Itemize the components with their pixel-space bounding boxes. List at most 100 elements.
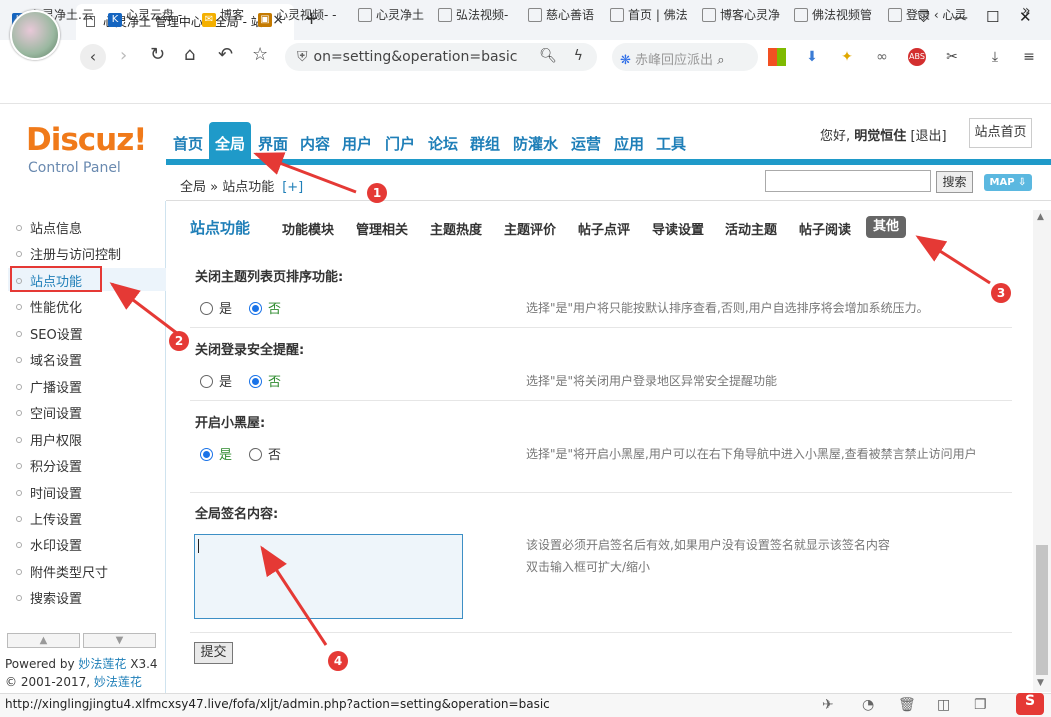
apps-grid-icon[interactable] <box>768 48 786 66</box>
scrollbar-thumb[interactable] <box>1036 545 1048 675</box>
more-bookmarks-icon[interactable]: » <box>1022 3 1031 19</box>
download-icon[interactable]: ⤓ <box>986 48 1004 66</box>
logout-link[interactable]: [退出] <box>910 129 946 144</box>
bookmark-item[interactable]: ✉ 博客 <box>202 6 244 27</box>
scissors-icon[interactable]: ✂ <box>943 48 961 66</box>
tab-post-comments[interactable]: 帖子点评 <box>578 219 630 238</box>
radio-no-selected[interactable]: 否 <box>249 371 281 390</box>
signature-textarea[interactable] <box>194 534 463 619</box>
back-icon[interactable]: ‹ <box>80 44 106 70</box>
radio-circle-icon[interactable] <box>249 448 262 461</box>
sidebar-item-time[interactable]: 时间设置 <box>16 483 82 505</box>
menu-icon[interactable]: ≡ <box>1020 48 1038 66</box>
trash-icon[interactable]: 🗑︎ <box>898 697 916 713</box>
sidebar-item-broadcast[interactable]: 广播设置 <box>16 377 82 399</box>
sogou-s-icon[interactable]: S <box>1016 693 1044 715</box>
radio-checked-icon[interactable] <box>249 302 262 315</box>
browser-search-box[interactable]: ❋ 赤峰回应派出 ⌕ <box>612 43 758 71</box>
bookmark-item[interactable]: 首页 | 佛法 <box>610 6 688 23</box>
sidebar-item-register-access[interactable]: 注册与访问控制 <box>16 244 121 266</box>
adblock-icon[interactable]: ABS <box>908 48 926 66</box>
radio-no-selected[interactable]: 否 <box>249 298 281 317</box>
rocket-icon[interactable]: ✈ <box>822 697 834 713</box>
radio-checked-icon[interactable] <box>249 375 262 388</box>
reload-icon[interactable]: ↻ <box>150 44 165 65</box>
admin-search-input[interactable] <box>765 170 931 192</box>
sidebar-item-permissions[interactable]: 用户权限 <box>16 430 82 452</box>
search-icon[interactable]: ⌕ <box>717 53 724 68</box>
sidebar-item-space[interactable]: 空间设置 <box>16 403 82 425</box>
address-bar[interactable]: ⛨ on=setting&operation=basic 🔍︎ ϟ <box>285 43 597 71</box>
nav-item-content[interactable]: 内容 <box>300 133 330 154</box>
sidebar-item-search[interactable]: 搜索设置 <box>16 588 82 610</box>
tab-thread-heat[interactable]: 主题热度 <box>430 219 482 238</box>
nav-item-users[interactable]: 用户 <box>342 133 372 154</box>
tab-function-modules[interactable]: 功能模块 <box>282 219 334 238</box>
radio-yes-selected[interactable]: 是 <box>200 444 232 463</box>
site-security-icon[interactable]: ⛨ <box>297 49 308 65</box>
powered-link[interactable]: 妙法莲花 <box>78 657 126 671</box>
radio-yes[interactable]: 是 <box>200 371 232 390</box>
link-icon[interactable]: ∞ <box>873 48 891 66</box>
sidebar-item-upload[interactable]: 上传设置 <box>16 509 82 531</box>
bookmark-item[interactable]: 慈心善语 <box>528 6 594 23</box>
sidebar-item-performance[interactable]: 性能优化 <box>16 297 82 319</box>
zoom-icon[interactable]: 🔍︎ <box>539 48 557 64</box>
bookmark-item[interactable]: 佛法视频管 <box>794 6 872 23</box>
bookmark-item[interactable]: 弘法视频- <box>438 6 508 23</box>
nav-item-ui[interactable]: 界面 <box>258 133 288 154</box>
map-button[interactable]: MAP ⇩ <box>984 174 1032 191</box>
browser-profile-avatar[interactable] <box>10 10 60 60</box>
bookmark-star-icon[interactable]: ☆ <box>252 44 268 65</box>
site-home-button[interactable]: 站点首页 <box>969 118 1032 148</box>
scroll-down-arrow-icon[interactable]: ▼ <box>1037 678 1044 688</box>
sidebar-item-watermark[interactable]: 水印设置 <box>16 535 82 557</box>
nav-item-antispam[interactable]: 防灌水 <box>513 133 558 154</box>
radio-circle-icon[interactable] <box>200 302 213 315</box>
username[interactable]: 明觉恒住 <box>854 129 906 144</box>
bookmark-item[interactable]: K 心灵云盘 - <box>108 6 182 27</box>
radio-yes[interactable]: 是 <box>200 298 232 317</box>
lightning-icon[interactable]: ϟ <box>574 48 583 64</box>
submit-button[interactable]: 提交 <box>194 642 233 664</box>
copyright-link[interactable]: 妙法莲花 <box>94 675 142 689</box>
sidebar-scroll-down-icon[interactable]: ▼ <box>83 633 156 648</box>
undo-icon[interactable]: ↶ <box>218 44 233 65</box>
download-arrow-icon[interactable]: ⬇ <box>803 48 821 66</box>
tab-management[interactable]: 管理相关 <box>356 219 408 238</box>
nav-item-groups[interactable]: 群组 <box>470 133 500 154</box>
admin-search-button[interactable]: 搜索 <box>936 171 973 193</box>
speed-icon[interactable]: ◔ <box>862 697 874 713</box>
scroll-up-arrow-icon[interactable]: ▲ <box>1037 212 1044 222</box>
tab-thread-rating[interactable]: 主题评价 <box>504 219 556 238</box>
forward-icon[interactable]: › <box>120 45 127 66</box>
bookmark-item[interactable]: 登录 ‹ 心灵 <box>888 6 966 23</box>
window-icon[interactable]: ❐ <box>974 697 987 713</box>
tab-guide-settings[interactable]: 导读设置 <box>652 219 704 238</box>
radio-checked-icon[interactable] <box>200 448 213 461</box>
tab-post-reading[interactable]: 帖子阅读 <box>799 219 851 238</box>
nav-item-forum[interactable]: 论坛 <box>428 133 458 154</box>
nav-item-home[interactable]: 首页 <box>173 133 203 154</box>
discuz-logo[interactable]: Discuz! <box>26 122 147 158</box>
bookmark-item[interactable]: ▣ 心灵视频- - <box>258 6 336 27</box>
maximize-icon[interactable]: ☐ <box>986 8 999 26</box>
tab-activity-threads[interactable]: 活动主题 <box>725 219 777 238</box>
home-icon[interactable]: ⌂ <box>184 44 195 65</box>
nav-item-operations[interactable]: 运营 <box>571 133 601 154</box>
tab-other-active[interactable]: 其他 <box>866 216 906 238</box>
sidebar-item-site-info[interactable]: 站点信息 <box>16 218 82 240</box>
sidebar-scroll-up-icon[interactable]: ▲ <box>7 633 80 648</box>
radio-circle-icon[interactable] <box>200 375 213 388</box>
sidebar-item-attachment-types[interactable]: 附件类型尺寸 <box>16 562 108 584</box>
nav-item-active[interactable]: 全局 <box>209 122 251 159</box>
radio-no[interactable]: 否 <box>249 444 281 463</box>
sidebar-item-seo[interactable]: SEO设置 <box>16 324 83 346</box>
bookmark-item[interactable]: 博客心灵净 <box>702 6 780 23</box>
nav-item-apps[interactable]: 应用 <box>614 133 644 154</box>
extension-icon[interactable]: ✦ <box>838 48 856 66</box>
sidebar-item-domain[interactable]: 域名设置 <box>16 350 82 372</box>
nav-item-portal[interactable]: 门户 <box>385 133 415 154</box>
breadcrumb-expand[interactable]: [+] <box>282 180 303 195</box>
sidebar-item-credits[interactable]: 积分设置 <box>16 456 82 478</box>
